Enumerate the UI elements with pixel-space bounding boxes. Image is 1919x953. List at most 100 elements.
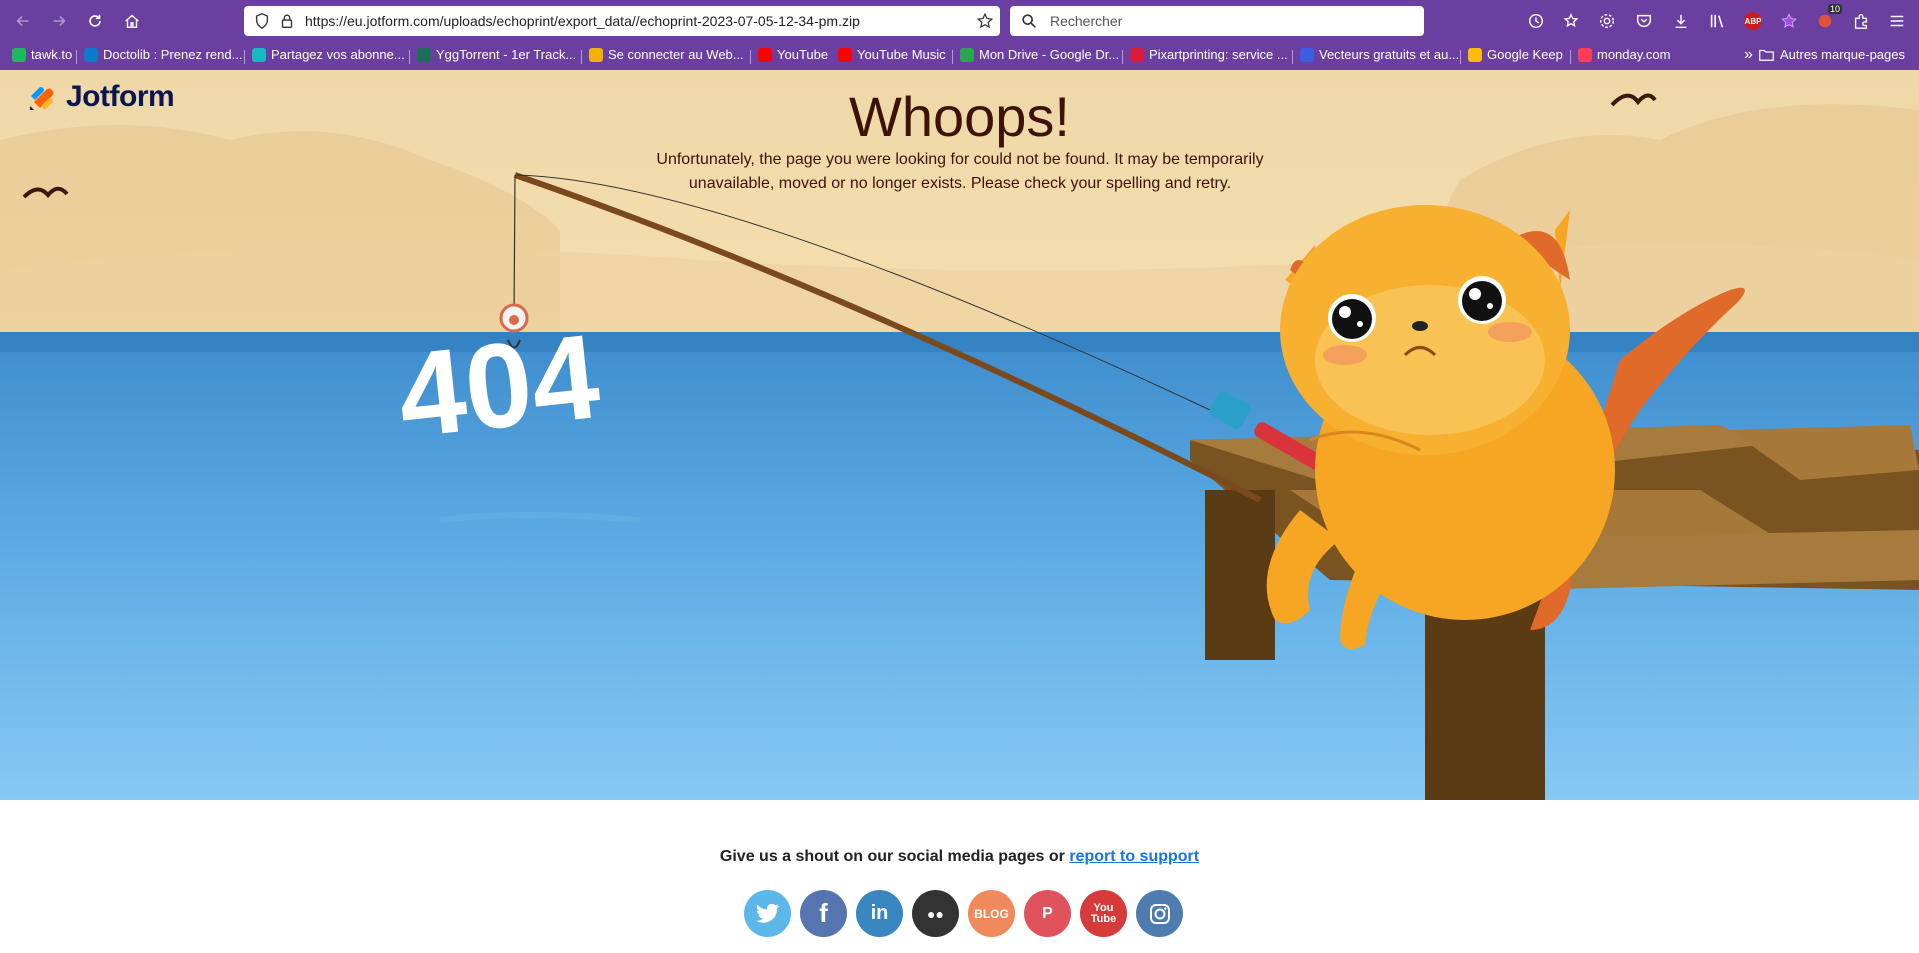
bookmark-separator [750, 50, 751, 64]
bookmark-label: YggTorrent - 1er Track... [436, 47, 577, 62]
social-prompt-text: Give us a shout on our social media page… [719, 848, 1070, 865]
social-prompt: Give us a shout on our social media page… [0, 848, 1919, 866]
home-button[interactable] [117, 6, 147, 36]
bookmark-item[interactable]: Pixartprinting: service ... [1130, 47, 1288, 62]
instagram-icon[interactable] [1136, 890, 1183, 937]
bookmark-favicon-icon [12, 47, 26, 62]
bookmark-separator [1292, 50, 1293, 64]
forward-button[interactable] [44, 6, 74, 36]
adblock-button[interactable]: ABP [1742, 10, 1764, 32]
reload-button[interactable] [80, 6, 110, 36]
bookmark-favicon-icon [1468, 47, 1482, 62]
bookmark-label: YouTube [777, 47, 829, 62]
adblock-icon: ABP [1744, 12, 1762, 30]
bookmark-favicon-icon [252, 47, 266, 62]
bookmark-separator [581, 50, 582, 64]
linkedin-icon[interactable]: in [856, 890, 903, 937]
pinterest-icon[interactable]: P [1024, 890, 1071, 937]
bookmarks-star-button[interactable] [1560, 10, 1582, 32]
shield-icon[interactable] [253, 12, 271, 30]
youtube-label: You Tube [1090, 901, 1117, 925]
medium-label: ●● [927, 905, 944, 922]
bookmark-item[interactable]: tawk.to [12, 47, 72, 62]
bookmark-label: Doctolib : Prenez rend... [103, 47, 243, 62]
bookmark-separator [244, 50, 245, 64]
bookmark-item[interactable]: monday.com [1578, 47, 1670, 62]
bookmark-item[interactable]: Mon Drive - Google Dr... [960, 47, 1119, 62]
address-bar[interactable]: https://eu.jotform.com/uploads/echoprint… [244, 6, 1000, 36]
facebook-label: f [819, 898, 828, 928]
bookmark-favicon-icon [1578, 47, 1592, 62]
reload-icon [89, 14, 101, 27]
bookmark-item[interactable]: Doctolib : Prenez rend... [84, 47, 242, 62]
more-bookmarks-chevron[interactable]: » [1744, 46, 1753, 64]
error-code-404: 404 [392, 309, 605, 463]
menu-button[interactable] [1886, 10, 1908, 32]
linkedin-label: in [870, 902, 889, 924]
bookmark-item[interactable]: YouTube Music [838, 47, 946, 62]
download-icon [1675, 14, 1687, 29]
home-icon [125, 14, 139, 29]
other-bookmarks-label: Autres marque-pages [1779, 47, 1905, 62]
extension-badge-button[interactable]: 10 [1814, 4, 1842, 32]
bookmark-label: Vecteurs gratuits et au... [1319, 47, 1460, 62]
twitter-icon[interactable] [744, 890, 791, 937]
bookmarks-bar: Autres marque-pages » tawk.to Doctolib : … [0, 42, 1919, 70]
purple-star-icon [1781, 13, 1797, 28]
extension-star-button[interactable] [1778, 10, 1800, 32]
search-icon [1022, 14, 1036, 28]
page-title: Whoops! [849, 85, 1070, 148]
library-icon [1710, 14, 1724, 28]
bookmark-item[interactable]: Google Keep [1468, 47, 1563, 62]
downloads-button[interactable] [1670, 10, 1692, 32]
settings-button[interactable] [1596, 10, 1618, 32]
bookmark-label: Mon Drive - Google Dr... [979, 47, 1120, 62]
extension-circle-icon [1818, 14, 1832, 28]
youtube-icon[interactable]: You Tube [1080, 890, 1127, 937]
blog-label: BLOG [974, 906, 1009, 921]
url-text[interactable]: https://eu.jotform.com/uploads/echoprint… [305, 13, 860, 29]
search-placeholder[interactable]: Rechercher [1050, 13, 1122, 29]
bookmark-label: Partagez vos abonne... [271, 47, 405, 62]
library-button[interactable] [1706, 10, 1728, 32]
other-bookmarks[interactable]: Autres marque-pages [1759, 47, 1905, 62]
bookmark-item[interactable]: YggTorrent - 1er Track... [417, 47, 576, 62]
lock-icon[interactable] [278, 12, 296, 30]
bookmark-label: monday.com [1597, 47, 1671, 62]
bookmark-favicon-icon [84, 47, 98, 62]
browser-toolbar: https://eu.jotform.com/uploads/echoprint… [0, 0, 1919, 42]
facebook-icon[interactable]: f [800, 890, 847, 937]
bookmark-item[interactable]: YouTube [758, 47, 828, 62]
extensions-button[interactable] [1850, 10, 1872, 32]
bookmark-separator [409, 50, 410, 64]
arrow-left-icon [16, 15, 29, 27]
bookmark-favicon-icon [960, 47, 974, 62]
pinterest-label: P [1042, 904, 1053, 922]
bookmark-favicon-icon [758, 47, 772, 62]
bookmark-favicon-icon [1300, 47, 1314, 62]
arrow-right-icon [53, 15, 66, 27]
bookmark-item[interactable]: Vecteurs gratuits et au... [1300, 47, 1459, 62]
folder-icon [1759, 49, 1774, 61]
social-links: f in ●● BLOG P You Tube [744, 890, 1183, 937]
bookmark-item[interactable]: Se connecter au Web... [589, 47, 744, 62]
bookmark-favicon-icon [838, 47, 852, 62]
history-button[interactable] [1525, 10, 1547, 32]
bookmark-separator [1570, 50, 1571, 64]
bookmark-label: YouTube Music [857, 47, 946, 62]
bookmark-item[interactable]: Partagez vos abonne... [252, 47, 405, 62]
bookmark-label: Pixartprinting: service ... [1149, 47, 1288, 62]
back-button[interactable] [8, 6, 38, 36]
report-support-link[interactable]: report to support [1069, 848, 1199, 865]
pocket-icon [1636, 14, 1652, 28]
star-icon[interactable] [976, 12, 994, 30]
bookmark-favicon-icon [417, 47, 431, 62]
bookmark-favicon-icon [1130, 47, 1144, 62]
clock-icon [1528, 13, 1544, 29]
bookmark-separator [952, 50, 953, 64]
pocket-button[interactable] [1633, 10, 1655, 32]
bookmark-separator [76, 50, 77, 64]
search-bar[interactable]: Rechercher [1010, 6, 1424, 36]
blog-icon[interactable]: BLOG [968, 890, 1015, 937]
medium-icon[interactable]: ●● [912, 890, 959, 937]
